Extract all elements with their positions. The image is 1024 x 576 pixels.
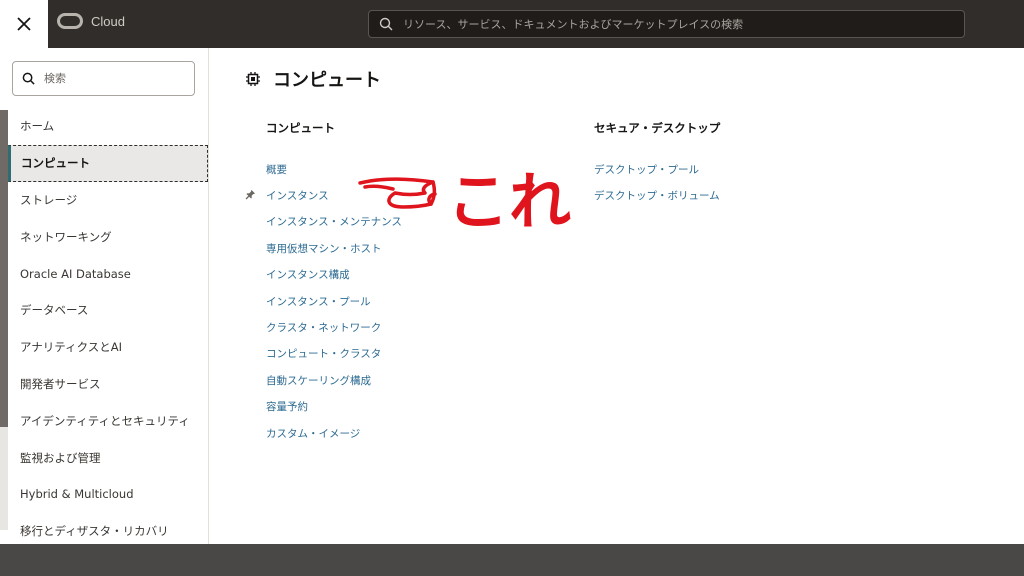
nav-link-label: インスタンス: [266, 190, 329, 203]
pin-icon[interactable]: [245, 189, 256, 200]
search-icon: [379, 17, 393, 31]
brand[interactable]: Cloud: [57, 13, 125, 29]
brand-label: Cloud: [91, 13, 125, 29]
sidebar-search-box[interactable]: [12, 61, 195, 96]
nav-link[interactable]: クラスタ・ネットワーク: [266, 314, 402, 340]
nav-link-label: 概要: [266, 163, 287, 176]
column-compute: コンピュート 概要インスタンスインスタンス・メンテナンス 専用仮想マシン・ホストイ…: [245, 120, 402, 446]
close-icon: [17, 17, 31, 31]
nav-link[interactable]: デスクトップ・プール: [594, 156, 720, 182]
page-title: コンピュート: [273, 70, 381, 91]
sidebar-item[interactable]: データベース: [8, 292, 208, 329]
sidebar-item[interactable]: アイデンティティとセキュリティ: [8, 402, 208, 439]
sidebar-item[interactable]: Hybrid & Multicloud: [8, 476, 208, 513]
sidebar-item[interactable]: ホーム: [8, 108, 208, 145]
column-heading: セキュア・デスクトップ: [594, 121, 721, 135]
nav-link-label: デスクトップ・プール: [594, 163, 699, 176]
sidebar-item[interactable]: アナリティクスとAI: [8, 329, 208, 366]
sidebar-item[interactable]: 監視および管理: [8, 439, 208, 476]
nav-link[interactable]: 容量予約: [266, 394, 402, 420]
nav-link[interactable]: コンピュート・クラスタ: [266, 341, 402, 367]
bottom-overlay-band: [0, 544, 1024, 576]
compute-links: 概要インスタンスインスタンス・メンテナンス 専用仮想マシン・ホスト インスタンス構成…: [245, 156, 402, 446]
nav-link-label: インスタンス・メンテナンス: [266, 216, 402, 229]
nav-link-label: クラスタ・ネットワーク: [266, 322, 382, 335]
nav-link-label: インスタンス構成: [266, 269, 350, 282]
oracle-logo-icon: [57, 13, 83, 29]
global-search-input[interactable]: [403, 17, 943, 31]
nav-link-label: 自動スケーリング構成: [266, 374, 371, 387]
global-search-box[interactable]: [368, 10, 965, 38]
sidebar-item[interactable]: ストレージ: [8, 182, 208, 219]
sidebar-item[interactable]: 開発者サービス: [8, 366, 208, 403]
nav-link[interactable]: インスタンス・メンテナンス: [266, 209, 402, 235]
close-menu-button[interactable]: [0, 0, 48, 48]
nav-link[interactable]: インスタンス構成: [266, 262, 402, 288]
page-header: コンピュート: [245, 66, 381, 92]
nav-link-label: デスクトップ・ボリューム: [594, 190, 720, 203]
nav-link-label: 容量予約: [266, 401, 308, 414]
nav-link[interactable]: 専用仮想マシン・ホスト: [266, 235, 402, 261]
column-heading: コンピュート: [266, 121, 335, 135]
nav-link-label: インスタンス・プール: [266, 295, 371, 308]
sidebar-item[interactable]: ネットワーキング: [8, 218, 208, 255]
compute-chip-icon: [246, 72, 260, 86]
nav-link-label: カスタム・イメージ: [266, 427, 361, 440]
sidebar-nav: ホーム コンピュート ストレージ ネットワーキング Oracle AI Database…: [8, 108, 208, 544]
nav-link[interactable]: インスタンス・プール: [266, 288, 402, 314]
nav-link[interactable]: カスタム・イメージ: [266, 420, 402, 446]
main-panel: コンピュート コンピュート 概要インスタンスインスタンス・メンテナンス 専用仮想マ…: [209, 48, 1024, 544]
sidebar-scrollbar-thumb[interactable]: [0, 110, 8, 427]
nav-link-label: コンピュート・クラスタ: [266, 348, 382, 361]
column-secure-desktop: セキュア・デスクトップ デスクトップ・プールデスクトップ・ボリューム: [594, 120, 720, 209]
search-icon: [22, 72, 35, 85]
nav-link[interactable]: インスタンス: [245, 182, 402, 208]
sidebar-search-input[interactable]: [44, 72, 184, 85]
nav-link[interactable]: 概要: [266, 156, 402, 182]
sidebar: ホームコンピュートストレージネットワーキングOracle AI Database…: [0, 48, 209, 544]
nav-link-label: 専用仮想マシン・ホスト: [266, 242, 382, 255]
nav-link[interactable]: デスクトップ・ボリューム: [594, 182, 720, 208]
secure-desktop-links: デスクトップ・プールデスクトップ・ボリューム: [594, 156, 720, 209]
nav-link[interactable]: 自動スケーリング構成: [266, 367, 402, 393]
top-bar: Cloud: [0, 0, 1024, 48]
sidebar-item[interactable]: コンピュート: [8, 144, 208, 182]
sidebar-item[interactable]: Oracle AI Database: [8, 255, 208, 292]
sidebar-item[interactable]: 移行とディザスタ・リカバリ: [8, 513, 208, 544]
